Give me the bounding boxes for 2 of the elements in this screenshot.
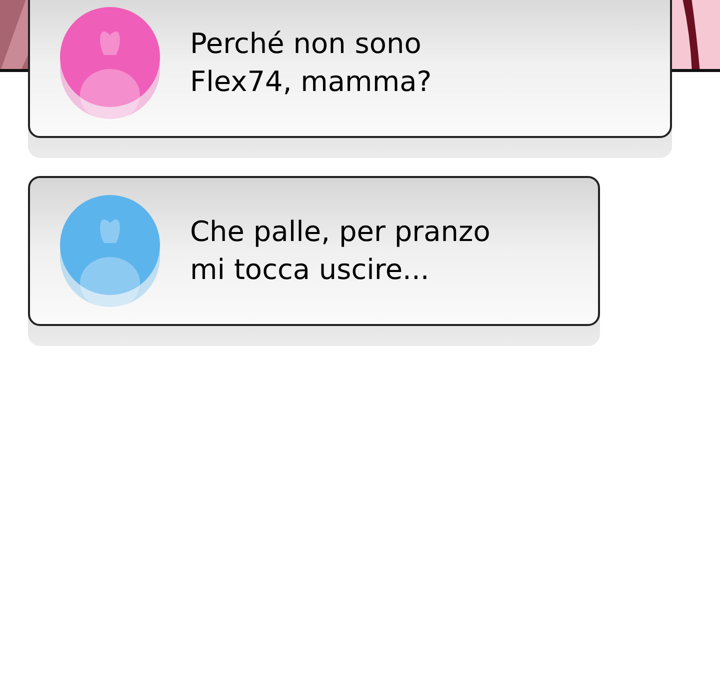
- message-text: Perché non sono Flex74, mamma?: [190, 26, 432, 100]
- message-text: Che palle, per pranzo mi tocca uscire...: [190, 214, 490, 288]
